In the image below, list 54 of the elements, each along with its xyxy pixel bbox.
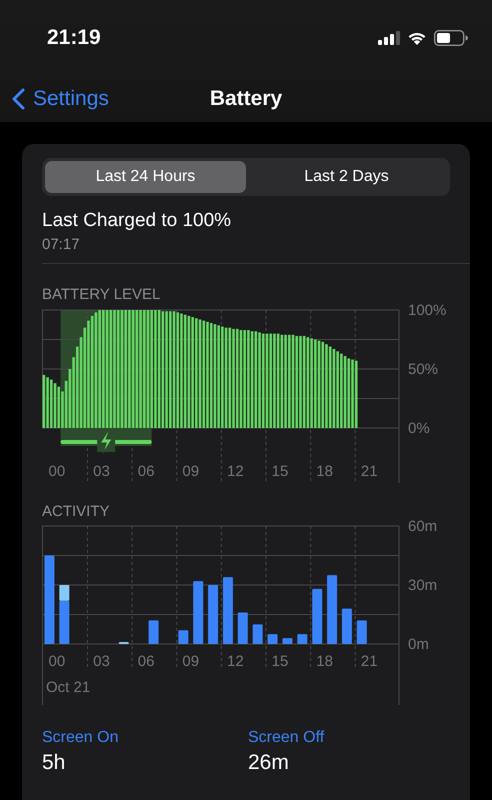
axis-label: 12 [227, 653, 244, 670]
signal-icon [378, 30, 400, 44]
axis-label: 0% [408, 420, 430, 437]
stat-value: 5h [42, 751, 66, 775]
axis-label: 06 [138, 653, 154, 670]
section-title: ACTIVITY [42, 503, 111, 520]
battery-icon [434, 30, 468, 46]
axis-label: 18 [316, 463, 333, 480]
axis-label: 03 [93, 463, 110, 480]
back-button[interactable]: Settings [12, 86, 109, 110]
axis-label: 12 [227, 463, 244, 480]
axis-label: 50% [408, 361, 438, 378]
back-chevron-icon [12, 88, 25, 110]
axis-label: 15 [272, 463, 288, 480]
axis-label: 06 [138, 463, 154, 480]
axis-label: 21 [360, 653, 378, 670]
axis-label: 00 [48, 653, 66, 670]
axis-label: 00 [48, 463, 66, 480]
wifi-icon [407, 30, 427, 45]
activity-bar [356, 620, 367, 644]
status-time: 21:19 [47, 26, 101, 50]
activity-bar [282, 638, 292, 644]
axis-label: 15 [272, 653, 288, 670]
section-title: BATTERY LEVEL [42, 286, 162, 303]
axis-label: 09 [182, 463, 200, 480]
stat-value: 26m [248, 751, 290, 775]
last-charged-time: 07:17 [42, 236, 81, 253]
activity-bar [342, 608, 352, 644]
activity-bar [238, 612, 248, 644]
axis-label: 60m [408, 520, 438, 535]
stat-label: Screen Off [248, 729, 326, 747]
activity-bar [252, 624, 263, 644]
tab[interactable]: Last 24 Hours [45, 161, 246, 193]
axis-label: 100% [408, 303, 446, 319]
activity-bar [193, 581, 204, 644]
date-label: Oct 21 [46, 679, 90, 696]
axis-label: 21 [360, 463, 378, 480]
axis-label: 09 [182, 653, 200, 670]
activity-bar [178, 630, 188, 644]
axis-label: 0m [408, 636, 429, 653]
axis-label: 03 [93, 653, 110, 670]
activity-bar [222, 577, 233, 644]
activity-bar [148, 620, 159, 644]
activity-bar [208, 585, 218, 644]
axis-label: 30m [408, 577, 438, 594]
activity-bar [327, 575, 338, 644]
tab[interactable]: Last 2 Days [246, 161, 447, 193]
activity-bar [268, 634, 278, 644]
axis-label: 18 [316, 653, 333, 670]
page-title: Battery [210, 86, 282, 110]
stat-label: Screen On [42, 729, 120, 747]
activity-bar [297, 634, 308, 644]
activity-bar [312, 588, 322, 644]
last-charged-label: Last Charged to 100% [42, 210, 232, 232]
